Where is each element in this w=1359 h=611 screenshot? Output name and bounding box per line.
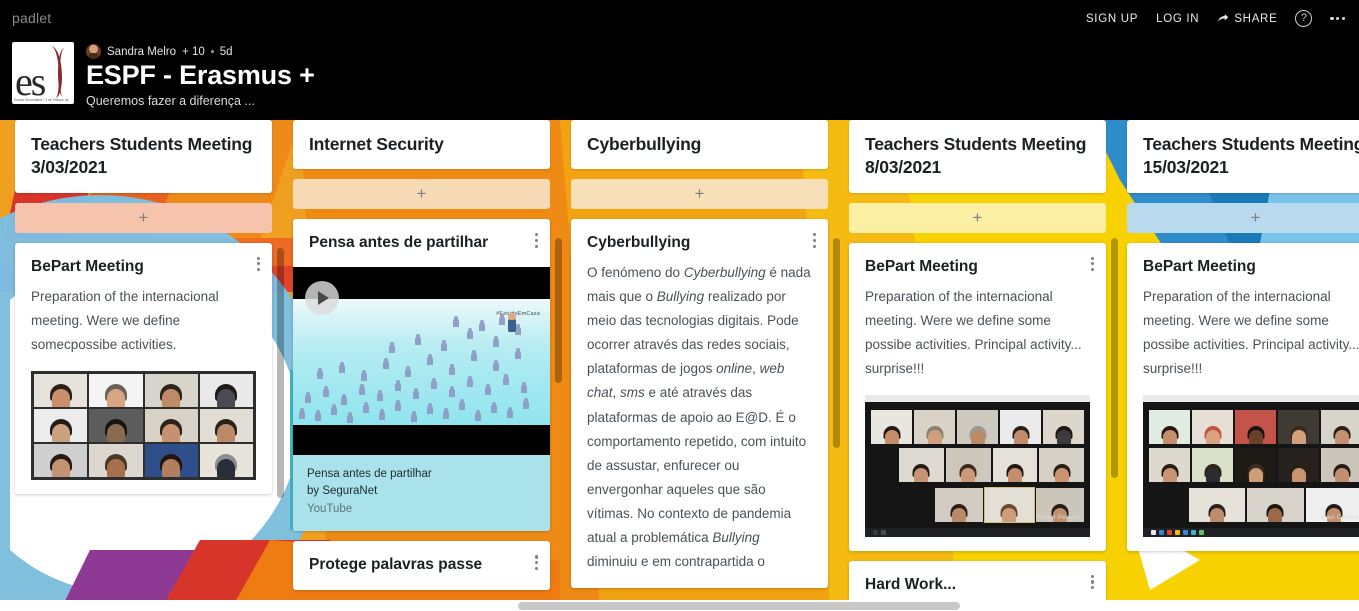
column-header[interactable]: Internet Security xyxy=(293,120,550,170)
column-teachers-students-15-03-2021: Teachers Students Meeting 15/03/2021 + B… xyxy=(1127,120,1359,611)
board-author[interactable]: Sandra Melro xyxy=(107,46,176,58)
share-label: SHARE xyxy=(1234,12,1278,25)
log-in-button[interactable]: LOG IN xyxy=(1156,13,1199,25)
card-pensa-antes-de-partilhar[interactable]: Pensa antes de partilhar #EstudoEmCasa P… xyxy=(293,219,550,532)
share-arrow-icon xyxy=(1218,14,1229,22)
screenshot-participant-row-2 xyxy=(1143,447,1359,488)
video-meta: Pensa antes de partilhar by SeguraNet Yo… xyxy=(293,455,550,532)
column-cards: BePart Meeting Preparation of the intern… xyxy=(15,242,272,494)
horizontal-scrollbar-track[interactable] xyxy=(0,600,1359,611)
card-title: BePart Meeting xyxy=(865,257,978,275)
sign-up-button[interactable]: SIGN UP xyxy=(1086,13,1138,25)
padlet-logo[interactable]: padlet xyxy=(12,10,51,26)
column-scrollbar-4[interactable] xyxy=(1111,238,1118,478)
column-header[interactable]: Teachers Students Meeting 15/03/2021 xyxy=(1127,120,1359,193)
column-title: Internet Security xyxy=(309,134,444,154)
add-post-button-col3[interactable]: + xyxy=(571,179,828,210)
video-highlight-figure xyxy=(508,313,516,333)
card-bepart-meeting-15-03[interactable]: BePart Meeting Preparation of the intern… xyxy=(1127,242,1359,551)
horizontal-scrollbar-thumb[interactable] xyxy=(518,602,960,610)
help-icon[interactable]: ? xyxy=(1295,10,1313,27)
card-menu-icon[interactable] xyxy=(1088,254,1097,274)
share-button[interactable]: SHARE xyxy=(1217,13,1277,25)
avatar-curve-2 xyxy=(58,48,68,96)
screenshot-window-bar xyxy=(865,394,1090,402)
card-title: Cyberbullying xyxy=(587,234,691,252)
screenshot-taskbar xyxy=(865,527,1090,537)
video-title: Pensa antes de partilhar xyxy=(307,468,432,481)
column-internet-security: Internet Security + Pensa antes de parti… xyxy=(293,120,562,611)
card-menu-icon[interactable] xyxy=(810,230,819,250)
board-subtitle: Queremos fazer a diferença ... xyxy=(86,94,255,108)
board-avatar-logo: es Escola Secundária / 3 de Passos de xyxy=(12,42,74,104)
board-identity: es Escola Secundária / 3 de Passos de Sa… xyxy=(12,42,315,108)
author-avatar xyxy=(86,44,101,59)
column-teachers-students-3-03-2021: Teachers Students Meeting 3/03/2021 + Be… xyxy=(15,120,284,611)
card-menu-icon[interactable] xyxy=(1088,572,1097,592)
card-menu-icon[interactable] xyxy=(532,552,541,572)
card-body: Preparation of the internacional meeting… xyxy=(1143,288,1359,376)
card-bepart-meeting-8-03[interactable]: BePart Meeting Preparation of the intern… xyxy=(849,242,1106,551)
column-scrollbar-1[interactable] xyxy=(277,248,284,498)
card-body: Preparation of the internacional meeting… xyxy=(31,288,219,352)
screenshot-window-bar xyxy=(1143,394,1359,402)
card-cyberbullying[interactable]: Cyberbullying O fenómeno do Cyberbullyin… xyxy=(571,219,828,588)
column-cards: BePart Meeting Preparation of the intern… xyxy=(1127,242,1359,551)
card-title: BePart Meeting xyxy=(1143,257,1256,275)
screenshot-name-label: Rafael Pereira xyxy=(1035,513,1080,521)
card-body: Preparation of the internacional meeting… xyxy=(865,288,1082,376)
add-post-button-col2[interactable]: + xyxy=(293,179,550,210)
screenshot-participant-row-2 xyxy=(865,447,1090,488)
column-header[interactable]: Cyberbullying xyxy=(571,120,828,170)
screenshot-participant-row-1 xyxy=(1143,401,1359,448)
top-bar-actions: SIGN UP LOG IN SHARE ? xyxy=(1086,10,1345,27)
page-title: ESPF - Erasmus + xyxy=(86,60,315,90)
board-canvas: Teachers Students Meeting 3/03/2021 + Be… xyxy=(0,120,1359,611)
zoom-screenshot-image[interactable]: Davi Corrêa xyxy=(1143,394,1359,537)
column-scrollbar-3[interactable] xyxy=(833,238,840,448)
card-menu-icon[interactable] xyxy=(254,254,263,274)
zoom-meeting-grid-image[interactable] xyxy=(31,370,256,480)
more-options-icon[interactable] xyxy=(1330,13,1345,24)
top-bar: padlet SIGN UP LOG IN SHARE ? es Escola … xyxy=(0,0,1359,120)
screenshot-participant-row-3 xyxy=(865,486,1090,528)
screenshot-name-label: Davi Corrêa xyxy=(1321,513,1358,521)
screenshot-participant-row-1 xyxy=(865,401,1090,448)
avatar-subtext: Escola Secundária / 3 de Passos de xyxy=(14,98,69,102)
column-header[interactable]: Teachers Students Meeting 3/03/2021 xyxy=(15,120,272,193)
column-cards: Pensa antes de partilhar #EstudoEmCasa P… xyxy=(293,219,550,590)
card-title: BePart Meeting xyxy=(31,257,144,275)
column-cards: Cyberbullying O fenómeno do Cyberbullyin… xyxy=(571,219,828,588)
add-post-button-col4[interactable]: + xyxy=(849,202,1106,233)
column-title: Teachers Students Meeting 15/03/2021 xyxy=(1143,134,1359,178)
columns-container: Teachers Students Meeting 3/03/2021 + Be… xyxy=(0,120,1359,611)
column-cyberbullying: Cyberbullying + Cyberbullying O fenómeno… xyxy=(571,120,840,611)
video-source: YouTube xyxy=(307,502,353,515)
board-info: Sandra Melro + 10 5d ESPF - Erasmus + Qu… xyxy=(86,42,315,108)
card-title: Pensa antes de partilhar xyxy=(309,234,489,252)
youtube-video-thumbnail[interactable]: #EstudoEmCasa xyxy=(293,267,550,456)
zoom-screenshot-image[interactable]: Rafael Pereira xyxy=(865,394,1090,537)
card-menu-icon[interactable] xyxy=(532,230,541,250)
screenshot-taskbar xyxy=(1143,527,1359,537)
column-scrollbar-2[interactable] xyxy=(555,238,562,383)
board-collaborators[interactable]: + 10 xyxy=(182,46,205,58)
card-title: Protege palavras passe xyxy=(309,556,483,574)
video-author: by SeguraNet xyxy=(307,485,378,498)
column-cards: BePart Meeting Preparation of the intern… xyxy=(849,242,1106,609)
add-post-button-col1[interactable]: + xyxy=(15,202,272,233)
screenshot-participant-row-3 xyxy=(1143,487,1359,528)
column-title: Teachers Students Meeting 8/03/2021 xyxy=(865,134,1087,178)
board-updated: 5d xyxy=(219,45,233,58)
card-protege-palavras-passe[interactable]: Protege palavras passe xyxy=(293,541,550,590)
card-bepart-meeting[interactable]: BePart Meeting Preparation of the intern… xyxy=(15,242,272,494)
column-teachers-students-8-03-2021: Teachers Students Meeting 8/03/2021 + Be… xyxy=(849,120,1118,611)
column-header[interactable]: Teachers Students Meeting 8/03/2021 xyxy=(849,120,1106,193)
card-body-html: O fenómeno do Cyberbullying é nada mais … xyxy=(587,265,811,569)
separator-dot-icon xyxy=(210,50,214,53)
add-post-button-col5[interactable]: + xyxy=(1127,202,1359,233)
board-meta-row: Sandra Melro + 10 5d xyxy=(86,44,315,59)
column-title: Teachers Students Meeting 3/03/2021 xyxy=(31,134,253,178)
column-title: Cyberbullying xyxy=(587,134,702,154)
